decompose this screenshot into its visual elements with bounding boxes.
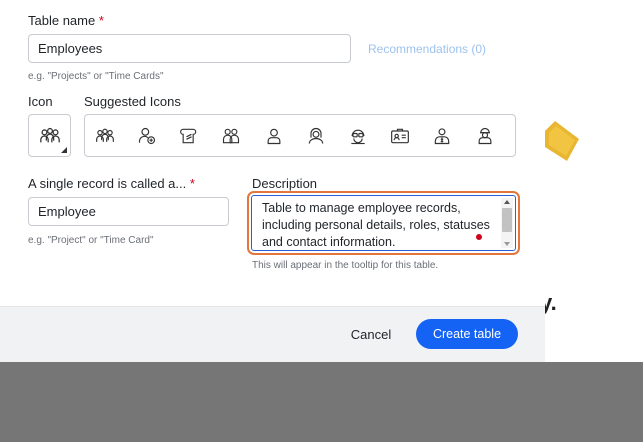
user-cap-icon [478,127,492,144]
create-table-button[interactable]: Create table [416,319,518,349]
id-card-icon [391,128,410,143]
description-hint: This will appear in the tooltip for this… [252,260,439,271]
user-icon [267,128,281,144]
suggested-icon-user-glasses[interactable] [346,124,370,148]
table-name-hint: e.g. "Projects" or "Time Cards" [28,71,164,82]
scroll-up-icon[interactable] [504,200,510,204]
description-scrollbar[interactable] [501,198,513,248]
recommendations-link[interactable]: Recommendations (0) [368,42,486,56]
description-textarea[interactable]: Table to manage employee records, includ… [251,195,516,251]
suggested-icon-user-money[interactable] [431,124,455,148]
user-add-icon [138,127,156,144]
suggested-icon-user-cap[interactable] [473,124,497,148]
scroll-thumb[interactable] [502,208,512,232]
overlay-backdrop [0,362,643,442]
suggested-icon-card[interactable] [177,124,201,148]
users-icon [223,128,240,143]
description-text: Table to manage employee records, includ… [262,201,490,249]
user-money-icon [435,127,450,144]
people-group-icon [95,128,114,142]
table-name-input[interactable] [28,34,351,63]
suggested-icon-users[interactable] [220,124,244,148]
suggested-icons-label: Suggested Icons [84,94,181,109]
cursor-indicator [476,234,482,240]
suggested-icon-user-add[interactable] [135,124,159,148]
create-table-modal: Table name * Recommendations (0) e.g. "P… [0,0,545,362]
cancel-button[interactable]: Cancel [339,320,403,348]
record-name-label: A single record is called a... * [28,176,195,191]
suggested-icons-list [84,114,516,157]
record-name-input[interactable] [28,197,229,226]
icon-picker-button[interactable] [28,114,71,157]
required-mark: * [189,176,195,191]
background-tag-icon [545,121,579,161]
people-group-icon [40,127,60,143]
user-female-icon [308,127,324,144]
suggested-icon-people-group[interactable] [93,124,117,148]
suggested-icon-id-card[interactable] [388,124,412,148]
suggested-icon-user-female[interactable] [304,124,328,148]
user-glasses-icon [351,129,365,144]
card-icon [180,128,197,143]
record-name-hint: e.g. "Project" or "Time Card" [28,235,154,246]
icon-label: Icon [28,94,53,109]
dropdown-corner-icon [61,147,67,153]
table-name-label: Table name * [28,13,104,28]
suggested-icon-user[interactable] [262,124,286,148]
scroll-down-icon[interactable] [504,242,510,246]
required-mark: * [98,13,104,28]
page-backdrop [545,0,643,362]
description-label: Description [252,176,318,191]
